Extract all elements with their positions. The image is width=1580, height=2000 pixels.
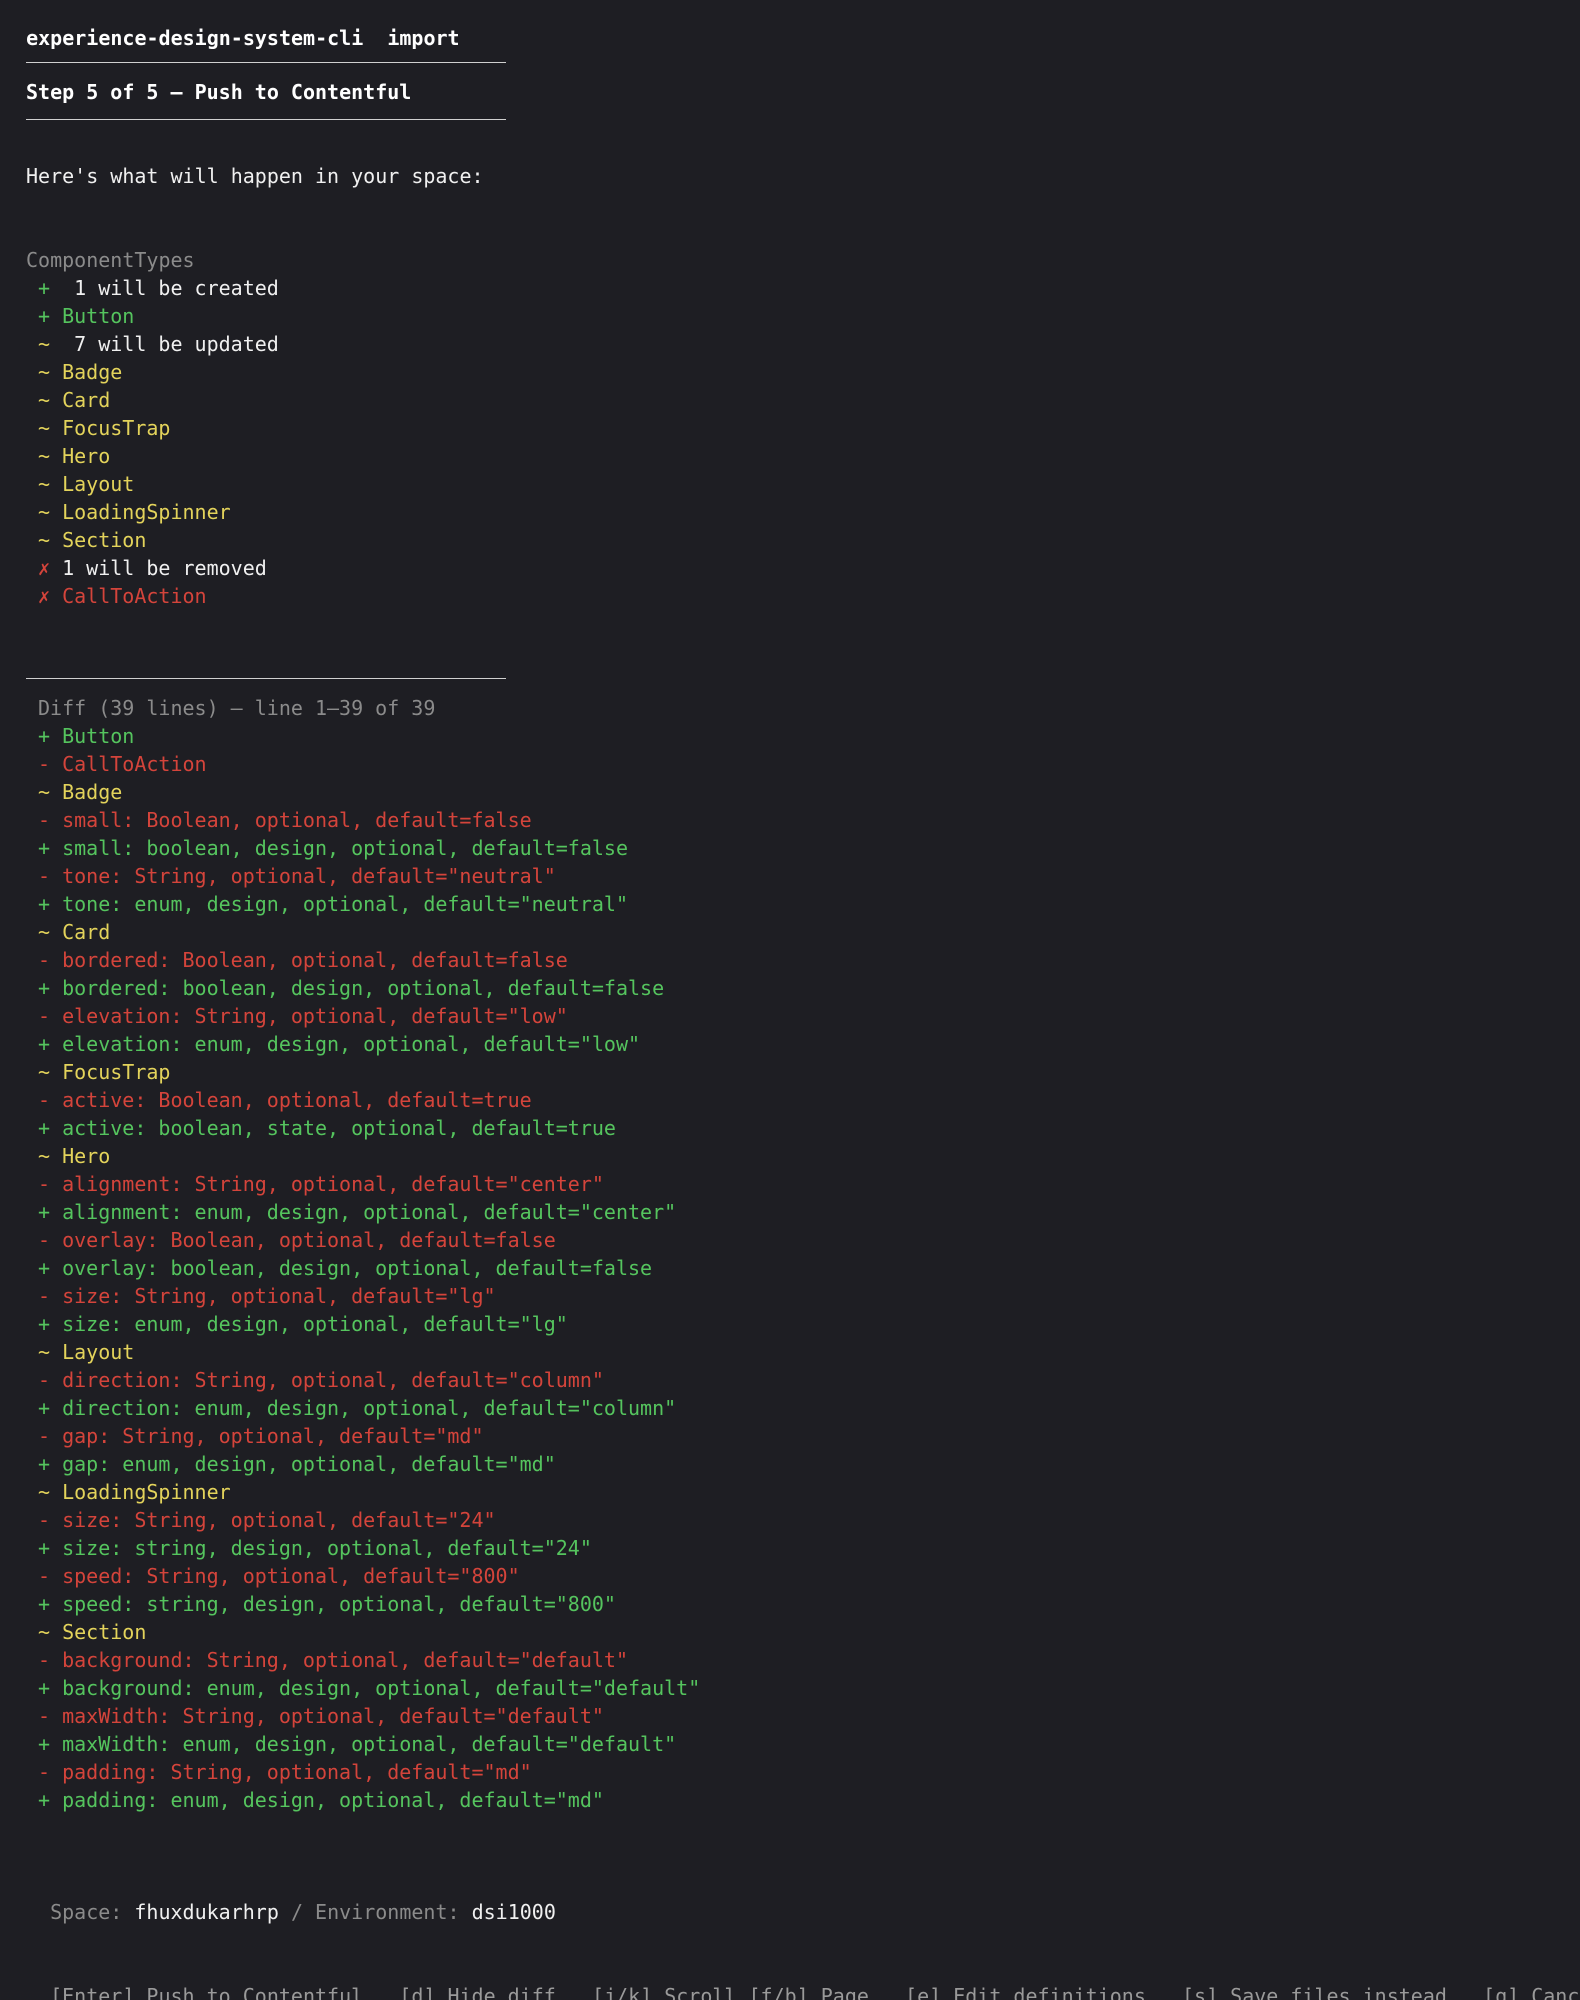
- diff-line-del: - gap: String, optional, default="md": [38, 1424, 484, 1448]
- diff-line-del: - alignment: String, optional, default="…: [38, 1172, 604, 1196]
- diff-line-add: + maxWidth: enum, design, optional, defa…: [38, 1732, 677, 1756]
- save-files-key[interactable]: [s] Save files instead: [1182, 1984, 1447, 2000]
- command-name: experience-design-system-cli: [26, 26, 364, 50]
- diff-line-del: - speed: String, optional, default="800": [38, 1564, 520, 1588]
- summary-text: Layout: [62, 472, 135, 496]
- environment-label: Environment:: [315, 1900, 460, 1924]
- diff-line-add: + size: enum, design, optional, default=…: [38, 1312, 568, 1336]
- step-title: Step 5 of 5 — Push to Contentful: [26, 80, 412, 104]
- summary-line-update: ~ Layout: [38, 470, 134, 498]
- summary-marker: ~: [38, 472, 51, 496]
- diff-line-add: + active: boolean, state, optional, defa…: [38, 1116, 616, 1140]
- scroll-key[interactable]: [j/k] Scroll [f/b] Page: [592, 1984, 869, 2000]
- diff-line-add: + small: boolean, design, optional, defa…: [38, 836, 629, 860]
- subcommand-name: import: [387, 26, 460, 50]
- diff-line-del: - small: Boolean, optional, default=fals…: [38, 808, 532, 832]
- diff-line-add: + background: enum, design, optional, de…: [38, 1676, 701, 1700]
- diff-line-add: + tone: enum, design, optional, default=…: [38, 892, 629, 916]
- summary-line-count-create: + 1 will be created: [38, 274, 279, 302]
- diff-line-del: - padding: String, optional, default="md…: [38, 1760, 532, 1784]
- diff-line-add: + direction: enum, design, optional, def…: [38, 1396, 677, 1420]
- summary-line-update: ~ Hero: [38, 442, 110, 470]
- diff-line-add: + overlay: boolean, design, optional, de…: [38, 1256, 653, 1280]
- intro-text: Here's what will happen in your space:: [26, 164, 484, 188]
- diff-line-del: - background: String, optional, default=…: [38, 1648, 629, 1672]
- diff-line-del: - tone: String, optional, default="neutr…: [38, 864, 556, 888]
- summary-marker: ✗: [38, 556, 51, 580]
- divider-top: [26, 62, 506, 63]
- summary-marker: ✗: [38, 584, 51, 608]
- keybindings-bar: [Enter] Push to Contentful [d] Hide diff…: [26, 1954, 1580, 2000]
- diff-line-del: - elevation: String, optional, default="…: [38, 1004, 568, 1028]
- summary-marker: ~: [38, 360, 51, 384]
- diff-line-mod: ~ Hero: [38, 1144, 111, 1168]
- diff-line-add: + bordered: boolean, design, optional, d…: [38, 976, 665, 1000]
- summary-line-update: ~ FocusTrap: [38, 414, 170, 442]
- summary-text: Button: [62, 304, 135, 328]
- diff-line-add: + alignment: enum, design, optional, def…: [38, 1200, 677, 1224]
- diff-line-add: + size: string, design, optional, defaul…: [38, 1536, 592, 1560]
- summary-line-update: ~ Badge: [38, 358, 122, 386]
- window-title: experience-design-system-cli import: [2, 0, 460, 50]
- summary-marker: ~: [38, 332, 51, 356]
- summary-line-count-update: ~ 7 will be updated: [38, 330, 279, 358]
- summary-marker: ~: [38, 416, 51, 440]
- diff-header: Diff (39 lines) — line 1–39 of 39: [38, 696, 436, 720]
- environment-value: dsi1000: [471, 1900, 556, 1924]
- space-environment: Space: fhuxdukarhrp / Environment: dsi10…: [26, 1870, 556, 1924]
- summary-line-update: ~ LoadingSpinner: [38, 498, 231, 526]
- summary-text: Badge: [62, 360, 123, 384]
- diff-line-del: - CallToAction: [38, 752, 207, 776]
- summary-line-create: + Button: [38, 302, 134, 330]
- summary-marker: ~: [38, 528, 51, 552]
- diff-line-mod: ~ Section: [38, 1620, 147, 1644]
- diff-line-del: - direction: String, optional, default="…: [38, 1368, 604, 1392]
- summary-marker: ~: [38, 388, 51, 412]
- separator: /: [290, 1900, 303, 1924]
- summary-text: LoadingSpinner: [62, 500, 231, 524]
- diff-line-mod: ~ FocusTrap: [38, 1060, 171, 1084]
- summary-line-remove: ✗ CallToAction: [38, 582, 207, 610]
- summary-text: Hero: [62, 444, 111, 468]
- diff-line-del: - maxWidth: String, optional, default="d…: [38, 1704, 604, 1728]
- summary-marker: ~: [38, 500, 51, 524]
- summary-text: Section: [62, 528, 147, 552]
- summary-text: 1 will be removed: [62, 556, 267, 580]
- diff-line-mod: ~ Badge: [38, 780, 123, 804]
- summary-marker: +: [38, 304, 51, 328]
- componenttypes-heading: ComponentTypes: [26, 248, 195, 272]
- diff-line-add: + Button: [38, 724, 135, 748]
- summary-line-update: ~ Card: [38, 386, 110, 414]
- diff-line-add: + elevation: enum, design, optional, def…: [38, 1032, 641, 1056]
- edit-definitions-key[interactable]: [e] Edit definitions: [905, 1984, 1146, 2000]
- summary-marker: ~: [38, 444, 51, 468]
- diff-line-mod: ~ LoadingSpinner: [38, 1480, 231, 1504]
- push-key[interactable]: [Enter] Push to Contentful: [50, 1984, 363, 2000]
- summary-text: 7 will be updated: [62, 332, 279, 356]
- diff-line-add: + gap: enum, design, optional, default="…: [38, 1452, 556, 1476]
- diff-line-mod: ~ Layout: [38, 1340, 135, 1364]
- summary-line-update: ~ Section: [38, 526, 146, 554]
- summary-text: CallToAction: [62, 584, 207, 608]
- diff-line-del: - size: String, optional, default="lg": [38, 1284, 496, 1308]
- diff-line-add: + padding: enum, design, optional, defau…: [38, 1788, 604, 1812]
- diff-line-del: - bordered: Boolean, optional, default=f…: [38, 948, 568, 972]
- summary-line-count-remove: ✗ 1 will be removed: [38, 554, 267, 582]
- space-label: Space:: [50, 1900, 123, 1924]
- cancel-key[interactable]: [q] Cancel: [1483, 1984, 1580, 2000]
- summary-text: Card: [62, 388, 111, 412]
- divider-step-bottom: [26, 119, 506, 120]
- diff-line-mod: ~ Card: [38, 920, 111, 944]
- diff-line-add: + speed: string, design, optional, defau…: [38, 1592, 616, 1616]
- summary-marker: +: [38, 276, 51, 300]
- summary-text: FocusTrap: [62, 416, 171, 440]
- diff-line-del: - size: String, optional, default="24": [38, 1508, 496, 1532]
- divider-diff: [26, 678, 506, 679]
- space-value: fhuxdukarhrp: [134, 1900, 279, 1924]
- summary-text: 1 will be created: [62, 276, 279, 300]
- diff-line-del: - active: Boolean, optional, default=tru…: [38, 1088, 532, 1112]
- diff-line-del: - overlay: Boolean, optional, default=fa…: [38, 1228, 556, 1252]
- hide-diff-key[interactable]: [d] Hide diff: [399, 1984, 556, 2000]
